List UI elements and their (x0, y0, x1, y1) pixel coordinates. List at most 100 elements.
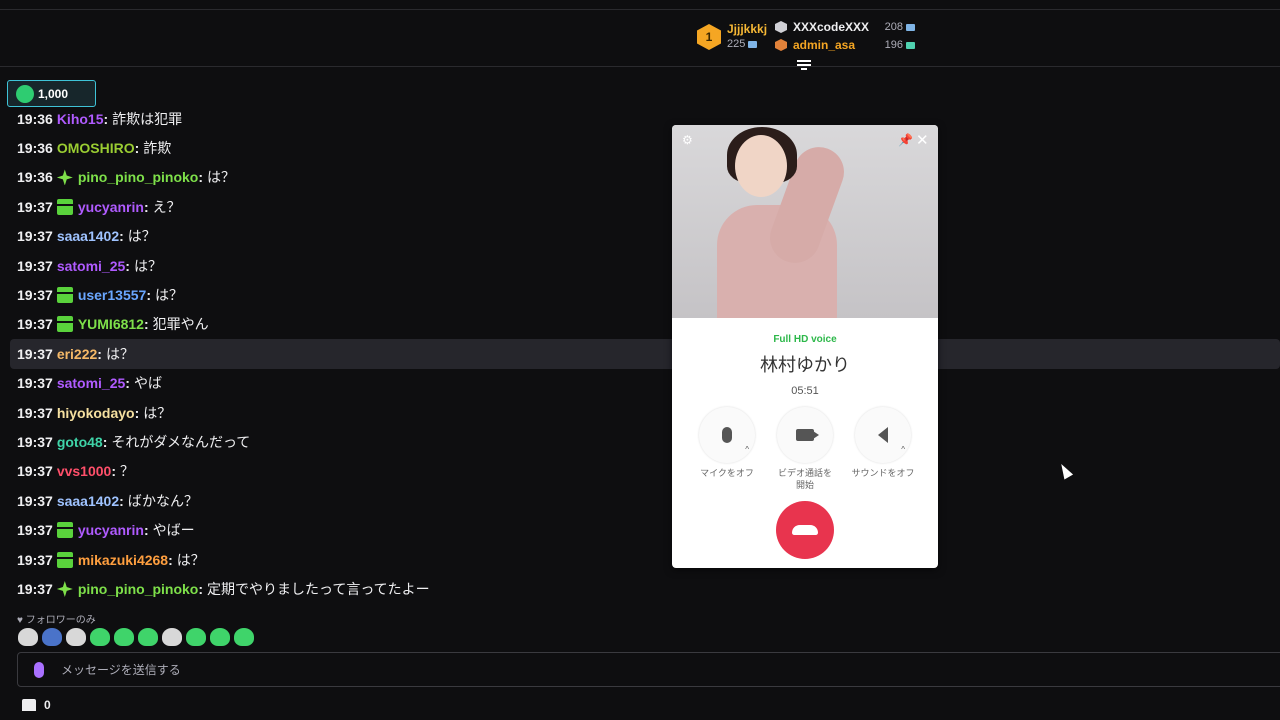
chevron-up-icon[interactable]: ^ (901, 445, 905, 454)
caller-name: 林村ゆかり (760, 355, 850, 375)
chat-message-text: は？ (105, 345, 134, 362)
chat-message[interactable]: 19:37 mikazuki4268: は？ (10, 545, 670, 574)
chat-username[interactable]: YUMI6812 (78, 316, 144, 332)
sparkle-badge-icon (56, 169, 73, 186)
chat-username[interactable]: Kiho15 (57, 111, 104, 127)
chat-message[interactable]: 19:36 pino_pino_pinoko: は？ (10, 163, 670, 192)
hype-train-bar[interactable]: 1,000 (7, 80, 96, 107)
chat-timestamp: 19:37 (17, 551, 53, 568)
chat-message[interactable]: 19:36 OMOSHIRO: 詐欺 (10, 133, 670, 162)
chat-username[interactable]: saaa1402 (57, 493, 119, 509)
chat-username[interactable]: goto48 (57, 434, 103, 450)
leaderboard-row-count: 208 (884, 21, 903, 33)
chat-message-text: は？ (127, 228, 156, 245)
chat-message-input[interactable] (61, 662, 661, 677)
chat-username[interactable]: yucyanrin (78, 199, 144, 215)
chat-input-box (17, 652, 1280, 687)
microphone-icon (722, 427, 732, 443)
chat-username[interactable]: pino_pino_pinoko (78, 581, 199, 597)
leaderboard-first-count: 225 (727, 38, 746, 50)
chat-message[interactable]: 19:36 Kiho15: 詐欺は犯罪 (10, 104, 670, 133)
chat-timestamp: 19:37 (17, 287, 53, 304)
call-duration: 05:51 (791, 385, 819, 397)
settings-gear-icon[interactable]: ⚙ (682, 133, 693, 147)
chat-username[interactable]: satomi_25 (57, 258, 125, 274)
speaker-icon (878, 427, 888, 443)
sparkle-badge-icon (56, 580, 73, 597)
chat-message[interactable]: 19:37 saaa1402: は？ (10, 222, 670, 251)
gift-badge-icon (56, 316, 73, 333)
chat-message-text: 定期でやりましたって言ってたよー (207, 580, 430, 597)
microphone-icon[interactable] (34, 661, 44, 678)
chat-message[interactable]: 19:37 user13557: は？ (10, 280, 670, 309)
store-button[interactable]: 0 (22, 698, 51, 712)
emote-icon[interactable] (210, 628, 230, 646)
chat-username[interactable]: saaa1402 (57, 228, 119, 244)
pin-icon[interactable]: 📌 (898, 133, 913, 147)
chat-message-text: は？ (133, 257, 162, 274)
chat-timestamp: 19:37 (17, 316, 53, 333)
chat-username[interactable]: user13557 (78, 287, 147, 303)
chat-message[interactable]: 19:37 yucyanrin: え？ (10, 192, 670, 221)
chat-message-text: 犯罪やん (152, 316, 209, 333)
chat-message[interactable]: 19:37 satomi_25: やば (10, 369, 670, 398)
phone-hangup-icon (792, 525, 818, 535)
chat-username[interactable]: satomi_25 (57, 375, 125, 391)
leaderboard-divider (0, 66, 1280, 67)
mouse-cursor-icon (1056, 461, 1074, 480)
chat-message[interactable]: 19:37 yucyanrin: やばー (10, 515, 670, 544)
chat-message[interactable]: 19:37 saaa1402: ばかなん？ (10, 486, 670, 515)
emote-icon[interactable] (90, 628, 110, 646)
emote-icon[interactable] (186, 628, 206, 646)
chat-message[interactable]: 19:37 goto48: それがダメなんだって (10, 427, 670, 456)
close-icon[interactable]: ✕ (916, 131, 929, 149)
chat-message[interactable]: 19:37 satomi_25: は？ (10, 251, 670, 280)
chat-message[interactable]: 19:37 pino_pino_pinoko: 定期でやりましたって言ってたよー (10, 574, 670, 603)
emote-icon[interactable] (114, 628, 134, 646)
chat-message[interactable]: 19:37 hiyokodayo: は？ (10, 398, 670, 427)
chat-username[interactable]: hiyokodayo (57, 405, 135, 421)
chat-username[interactable]: vvs1000 (57, 463, 112, 479)
emote-icon[interactable] (66, 628, 86, 646)
chat-message[interactable]: 19:37 YUMI6812: 犯罪やん (10, 310, 670, 339)
chat-list: 19:36 Kiho15: 詐欺は犯罪 19:36 OMOSHIRO: 詐欺 19:36 pi… (10, 104, 1280, 604)
chat-timestamp: 19:37 (17, 375, 53, 392)
emote-icon[interactable] (234, 628, 254, 646)
chat-username[interactable]: yucyanrin (78, 522, 144, 538)
emote-icon[interactable] (138, 628, 158, 646)
chat-timestamp: 19:37 (17, 228, 53, 245)
chat-message[interactable]: 19:37 eri222: は？ (10, 339, 1280, 369)
chat-message-text: やば (133, 375, 162, 392)
start-video-button[interactable]: ビデオ通話を開始 (766, 407, 844, 491)
chevron-up-icon[interactable]: ^ (745, 445, 749, 454)
leaderboard-first[interactable]: 1 Jjjjkkkj 225 (697, 22, 767, 52)
leaderboard-row[interactable]: admin_asa 196 (775, 36, 915, 54)
chat-message[interactable]: 19:37 vvs1000:？ (10, 457, 670, 486)
leaderboard-collapse-icon[interactable] (797, 60, 811, 72)
chat-username[interactable]: OMOSHIRO (57, 140, 135, 156)
emote-icon[interactable] (162, 628, 182, 646)
emote-icon[interactable] (18, 628, 38, 646)
chat-message-text: は？ (176, 551, 205, 568)
chat-username[interactable]: pino_pino_pinoko (78, 169, 199, 185)
chat-message-text: ？ (120, 463, 134, 480)
mute-mic-button[interactable]: ^ マイクをオフ (688, 407, 766, 491)
emote-icon[interactable] (42, 628, 62, 646)
chat-message-text: え？ (152, 198, 181, 215)
leaderboard-row-count: 196 (884, 39, 903, 51)
leaderboard-row[interactable]: XXXcodeXXX 208 (775, 18, 915, 36)
hang-up-button[interactable] (776, 501, 834, 559)
chat-username[interactable]: eri222 (57, 346, 97, 362)
chat-timestamp: 19:37 (17, 345, 53, 362)
emote-picker-row (18, 628, 254, 646)
video-camera-icon (796, 429, 819, 441)
chat-timestamp: 19:36 (17, 140, 53, 157)
chat-timestamp: 19:37 (17, 257, 53, 274)
mute-sound-button[interactable]: ^ サウンドをオフ (844, 407, 922, 491)
chat-timestamp: 19:37 (17, 522, 53, 539)
gift-badge-icon (56, 287, 73, 304)
rank-2-icon (775, 21, 787, 33)
chat-username[interactable]: mikazuki4268 (78, 552, 168, 568)
chat-timestamp: 19:36 (17, 110, 53, 127)
chat-timestamp: 19:37 (17, 580, 53, 597)
